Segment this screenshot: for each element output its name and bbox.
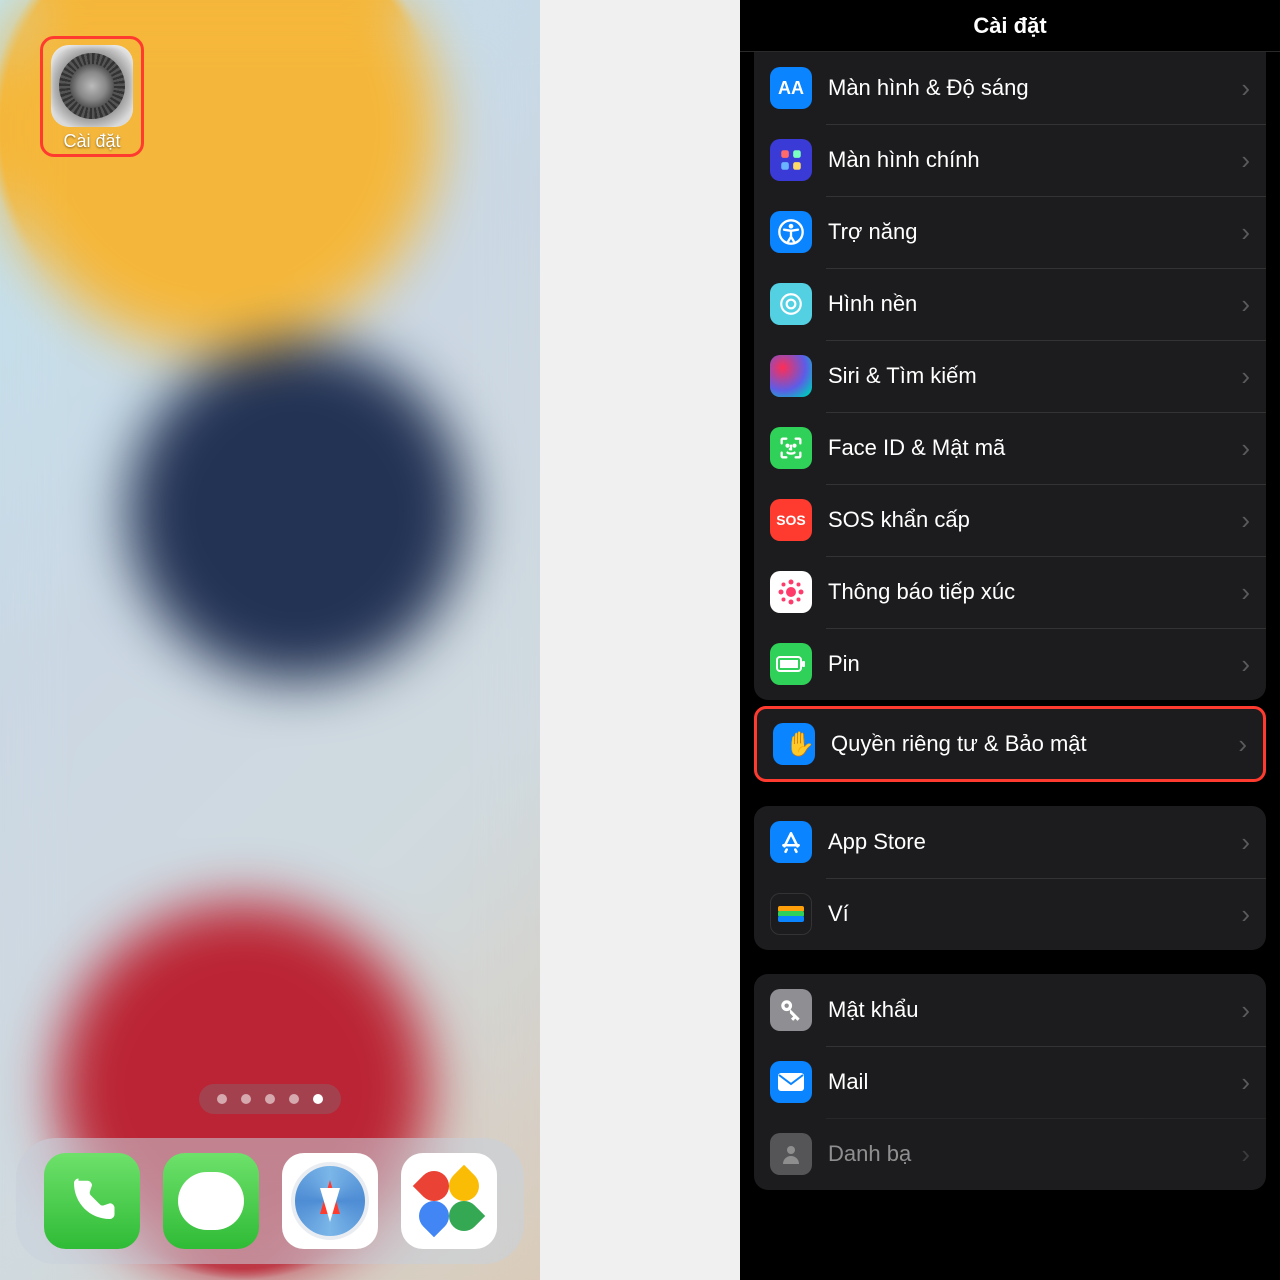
page-dot xyxy=(289,1094,299,1104)
chevron-right-icon: › xyxy=(1241,577,1250,608)
settings-app-icon[interactable] xyxy=(51,45,133,127)
mail-icon xyxy=(770,1061,812,1103)
phone-app-icon[interactable] xyxy=(44,1153,140,1249)
settings-group-1: AA Màn hình & Độ sáng › Màn hình chính ›… xyxy=(754,52,1266,700)
page-dot-active xyxy=(313,1094,323,1104)
chevron-right-icon: › xyxy=(1241,505,1250,536)
row-label: Mail xyxy=(828,1069,1241,1095)
row-label: Pin xyxy=(828,651,1241,677)
row-passwords[interactable]: Mật khẩu › xyxy=(754,974,1266,1046)
settings-group-2: App Store › Ví › xyxy=(754,806,1266,950)
page-dot xyxy=(241,1094,251,1104)
faceid-icon xyxy=(770,427,812,469)
row-label: App Store xyxy=(828,829,1241,855)
row-label: Mật khẩu xyxy=(828,997,1241,1023)
phone-icon xyxy=(65,1174,119,1228)
row-label: SOS khẩn cấp xyxy=(828,507,1241,533)
row-wallet[interactable]: Ví › xyxy=(754,878,1266,950)
messages-app-icon[interactable] xyxy=(163,1153,259,1249)
chevron-right-icon: › xyxy=(1241,145,1250,176)
siri-icon xyxy=(770,355,812,397)
wallet-icon xyxy=(770,893,812,935)
row-mail[interactable]: Mail › xyxy=(754,1046,1266,1118)
battery-icon xyxy=(770,643,812,685)
appstore-icon xyxy=(770,821,812,863)
row-label: Danh bạ xyxy=(828,1141,1241,1167)
row-sos[interactable]: SOS SOS khẩn cấp › xyxy=(754,484,1266,556)
row-label: Thông báo tiếp xúc xyxy=(828,579,1241,605)
settings-panel: Cài đặt AA Màn hình & Độ sáng › Màn hình… xyxy=(740,0,1280,1280)
row-label: Face ID & Mật mã xyxy=(828,435,1241,461)
settings-app-highlight: Cài đặt xyxy=(40,36,144,157)
settings-app-label: Cài đặt xyxy=(63,131,120,152)
row-label: Quyền riêng tư & Bảo mật xyxy=(831,731,1238,757)
gear-icon xyxy=(59,53,125,119)
message-bubble-icon xyxy=(178,1172,244,1230)
privacy-icon: ✋ xyxy=(773,723,815,765)
chevron-right-icon: › xyxy=(1241,217,1250,248)
privacy-highlight: ✋ Quyền riêng tư & Bảo mật › xyxy=(754,706,1266,782)
display-icon: AA xyxy=(770,67,812,109)
row-label: Siri & Tìm kiếm xyxy=(828,363,1241,389)
row-homescreen[interactable]: Màn hình chính › xyxy=(754,124,1266,196)
row-accessibility[interactable]: Trợ năng › xyxy=(754,196,1266,268)
key-icon xyxy=(770,989,812,1031)
settings-scroll[interactable]: AA Màn hình & Độ sáng › Màn hình chính ›… xyxy=(740,52,1280,1280)
settings-group-3: Mật khẩu › Mail › Danh bạ › xyxy=(754,974,1266,1190)
contacts-icon xyxy=(770,1133,812,1175)
row-privacy[interactable]: ✋ Quyền riêng tư & Bảo mật › xyxy=(757,709,1263,779)
homescreen-icon xyxy=(770,139,812,181)
chevron-right-icon: › xyxy=(1238,729,1247,760)
row-battery[interactable]: Pin › xyxy=(754,628,1266,700)
layout-gap xyxy=(540,0,740,1280)
chevron-right-icon: › xyxy=(1241,73,1250,104)
row-wallpaper[interactable]: Hình nền › xyxy=(754,268,1266,340)
row-contacts[interactable]: Danh bạ › xyxy=(754,1118,1266,1190)
chevron-right-icon: › xyxy=(1241,361,1250,392)
row-faceid[interactable]: Face ID & Mật mã › xyxy=(754,412,1266,484)
google-photos-app-icon[interactable] xyxy=(401,1153,497,1249)
chevron-right-icon: › xyxy=(1241,1067,1250,1098)
chevron-right-icon: › xyxy=(1241,649,1250,680)
row-label: Trợ năng xyxy=(828,219,1241,245)
chevron-right-icon: › xyxy=(1241,827,1250,858)
exposure-icon xyxy=(770,571,812,613)
dock xyxy=(16,1138,524,1264)
photos-icon xyxy=(419,1171,479,1231)
row-appstore[interactable]: App Store › xyxy=(754,806,1266,878)
row-label: Màn hình chính xyxy=(828,147,1241,173)
sos-icon: SOS xyxy=(770,499,812,541)
chevron-right-icon: › xyxy=(1241,899,1250,930)
row-siri[interactable]: Siri & Tìm kiếm › xyxy=(754,340,1266,412)
row-display[interactable]: AA Màn hình & Độ sáng › xyxy=(754,52,1266,124)
chevron-right-icon: › xyxy=(1241,995,1250,1026)
page-indicator[interactable] xyxy=(199,1084,341,1114)
row-label: Hình nền xyxy=(828,291,1241,317)
row-label: Ví xyxy=(828,901,1241,927)
accessibility-icon xyxy=(770,211,812,253)
row-label: Màn hình & Độ sáng xyxy=(828,75,1241,101)
page-dot xyxy=(217,1094,227,1104)
safari-app-icon[interactable] xyxy=(282,1153,378,1249)
chevron-right-icon: › xyxy=(1241,289,1250,320)
homescreen-panel: Cài đặt xyxy=(0,0,540,1280)
wallpaper-icon xyxy=(770,283,812,325)
page-dot xyxy=(265,1094,275,1104)
chevron-right-icon: › xyxy=(1241,433,1250,464)
chevron-right-icon: › xyxy=(1241,1139,1250,1170)
settings-title: Cài đặt xyxy=(740,0,1280,52)
compass-icon xyxy=(291,1162,369,1240)
row-exposure[interactable]: Thông báo tiếp xúc › xyxy=(754,556,1266,628)
